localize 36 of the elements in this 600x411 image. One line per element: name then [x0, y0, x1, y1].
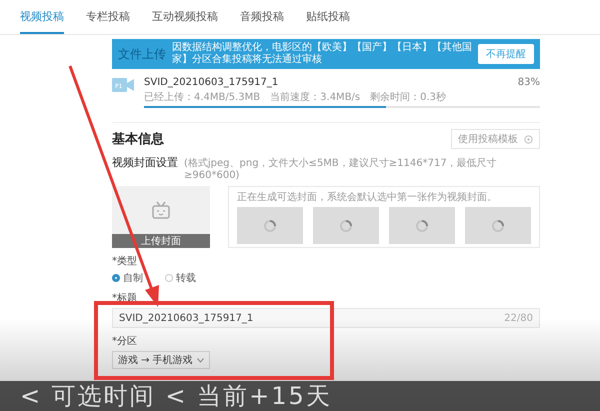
caret-icon	[197, 358, 204, 362]
radio-option[interactable]: 自制	[112, 271, 143, 285]
spinner-icon	[263, 218, 277, 232]
subtitle-text: < 可选时间 < 当前+15天	[20, 381, 332, 411]
thumbnail-placeholder[interactable]	[389, 207, 455, 244]
panel-hint: 正在生成可选封面，系统会默认选中第一张作为视频封面。	[237, 190, 498, 204]
section-title: 基本信息	[112, 131, 164, 148]
cover-upload-box[interactable]: 上传封面	[112, 186, 210, 248]
field-label: 视频封面设置	[112, 155, 178, 170]
tv-icon	[151, 201, 171, 219]
title-field[interactable]: SVID_20210603_175917_1 22/80	[112, 308, 540, 328]
thumbnail-placeholder[interactable]	[465, 207, 531, 244]
spinner-icon	[339, 218, 353, 232]
upload-speed: 当前速度：3.4MB/s	[270, 90, 360, 104]
spinner-icon	[491, 218, 505, 232]
radio-option[interactable]: 转载	[165, 271, 196, 285]
settings-icon	[524, 134, 533, 144]
tab[interactable]: 贴纸投稿	[306, 0, 350, 34]
category-dropdown[interactable]: 游戏 → 手机游戏	[112, 351, 210, 369]
file-name: SVID_20210603_175917_1	[144, 77, 278, 88]
thumbnail-placeholder[interactable]	[313, 207, 379, 244]
tab[interactable]: 互动视频投稿	[152, 0, 218, 34]
tab[interactable]: 视频投稿	[20, 0, 64, 34]
upload-percent: 83%	[518, 77, 540, 88]
spinner-icon	[415, 218, 429, 232]
uploaded-size: 已经上传：4.4MB/5.3MB	[144, 90, 260, 104]
section-heading: 文件上传	[118, 46, 166, 62]
notice-text: 因数据结构调整优化，电影区的【欧美】【国产】【日本】【其他国家】分区合集投稿将无法通过审核	[172, 42, 472, 66]
field-label: *分区	[112, 335, 138, 348]
time-remaining: 剩余时间：0.3秒	[370, 90, 446, 104]
tab[interactable]: 专栏投稿	[86, 0, 130, 34]
thumbnail-placeholder[interactable]	[237, 207, 303, 244]
field-hint: (格式jpeg、png，文件大小≤5MB，建议尺寸≥1146*717，最低尺寸≥960*600)	[184, 156, 498, 181]
field-label: *类型	[112, 254, 138, 268]
tab[interactable]: 音频投稿	[240, 0, 284, 34]
upload-cover-button[interactable]: 上传封面	[112, 234, 210, 248]
